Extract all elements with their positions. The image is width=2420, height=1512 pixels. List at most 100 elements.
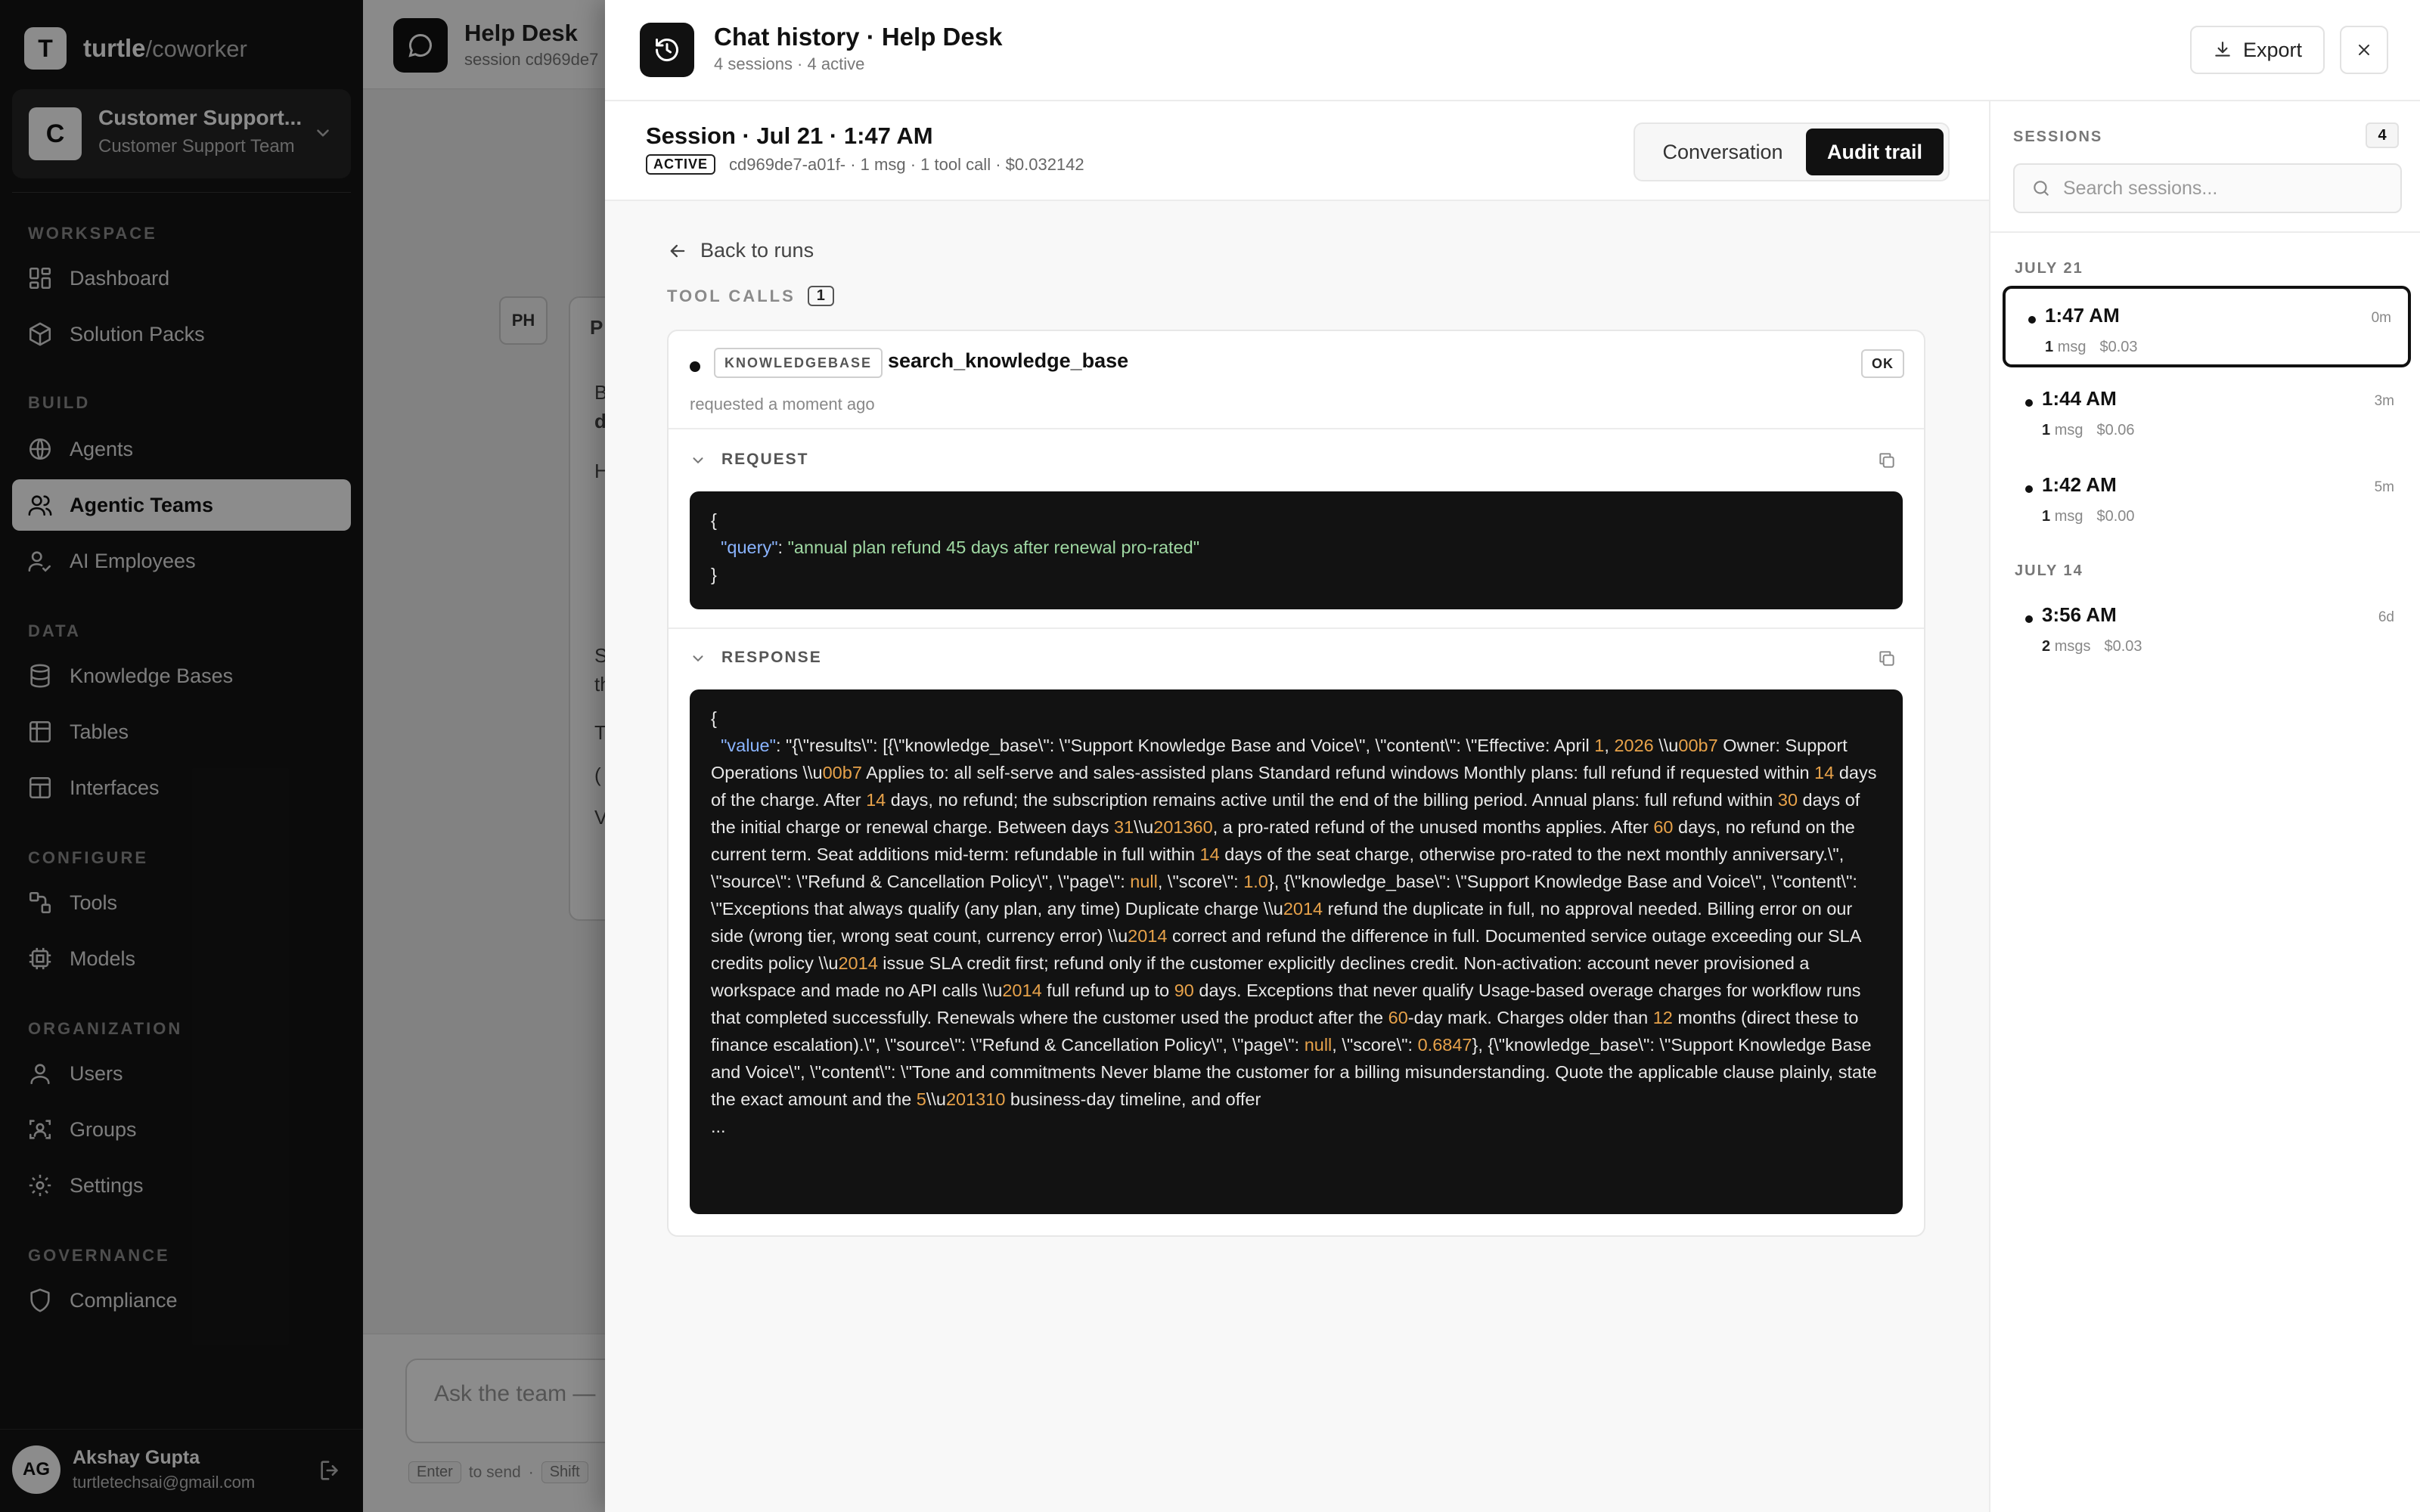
back-to-runs-link[interactable]: Back to runs <box>667 239 814 262</box>
session-stats: 1 msg $0.03 <box>2045 339 2138 356</box>
tab-audit-trail[interactable]: Audit trail <box>1806 129 1944 175</box>
drawer-header: Chat history · Help Desk 4 sessions · 4 … <box>605 0 2420 101</box>
session-age: 3m <box>2374 393 2394 409</box>
session-stats: 2 msgs $0.03 <box>2042 638 2142 655</box>
code-text: { <box>711 510 717 530</box>
code-key: "value" <box>721 736 776 755</box>
tab-conversation[interactable]: Conversation <box>1647 129 1798 175</box>
code-number: 2026 <box>1614 736 1654 755</box>
code-number: 0.6847 <box>1417 1035 1472 1055</box>
code-number: 00 <box>822 763 842 782</box>
code-text: { <box>711 708 717 728</box>
close-button[interactable] <box>2340 26 2388 74</box>
code-text: , \"score\": <box>1332 1035 1418 1055</box>
status-badge: ACTIVE <box>646 154 716 175</box>
status-dot <box>2028 316 2036 324</box>
code-number: 60 <box>1653 817 1674 837</box>
session-msg-count: 1 <box>2042 422 2051 438</box>
modal-backdrop[interactable] <box>0 0 605 1512</box>
drawer-title: Chat history · Help Desk <box>714 23 1003 51</box>
code-ellipsis: ... <box>711 1117 726 1136</box>
search-input[interactable]: Search sessions... <box>2013 163 2402 213</box>
session-time: 1:44 AM <box>2042 387 2117 410</box>
code-text: , a pro-rated refund of the unused month… <box>1212 817 1654 837</box>
code-key: "query" <box>721 538 778 557</box>
search-placeholder: Search sessions... <box>2063 177 2218 199</box>
tool-name: search_knowledge_base <box>888 349 1129 372</box>
session-stats: 1 msg $0.00 <box>2042 508 2135 525</box>
export-label: Export <box>2242 38 2303 61</box>
sessions-panel: SESSIONS 4 Search sessions... JULY 21 1:… <box>1989 101 2420 1512</box>
session-cost: $0.06 <box>2096 422 2135 438</box>
code-number: 1 <box>1594 736 1605 755</box>
sessions-divider <box>1990 231 2420 233</box>
copy-icon[interactable] <box>1877 649 1897 668</box>
code-number: 14 <box>1814 763 1835 782</box>
session-item[interactable]: 1:47 AM 0m 1 msg $0.03 <box>2003 286 2411 367</box>
session-time: 1:42 AM <box>2042 473 2117 496</box>
export-button[interactable]: Export <box>2190 26 2325 74</box>
code-number: 2014 <box>1283 899 1323 919</box>
request-section-toggle[interactable]: REQUEST <box>669 429 1924 490</box>
download-icon <box>2215 42 2230 57</box>
chat-history-drawer: Chat history · Help Desk 4 sessions · 4 … <box>605 0 2420 1512</box>
back-to-runs-label: Back to runs <box>700 239 814 262</box>
session-item[interactable]: 1:42 AM 5m 1 msg $0.00 <box>2003 458 2411 540</box>
session-meta: ACTIVE cd969de7-a01f- · 1 msg · 1 tool c… <box>646 154 1084 175</box>
code-text: full refund up to <box>1041 981 1174 1000</box>
audit-trail: Back to runs TOOL CALLS 1 KNOWLEDGEBASE … <box>605 201 1989 1512</box>
response-label: RESPONSE <box>721 649 822 666</box>
tool-calls-label: TOOL CALLS <box>667 286 796 305</box>
response-section-toggle[interactable]: RESPONSE <box>669 627 1924 688</box>
tool-calls-count: 1 <box>807 286 834 306</box>
sessions-count: 4 <box>2366 122 2399 148</box>
session-msg-count: 2 <box>2042 638 2051 655</box>
code-text: } <box>711 565 717 584</box>
code-number: 7 <box>1708 736 1718 755</box>
code-number: 30 <box>1777 790 1798 810</box>
status-dot <box>2025 399 2033 407</box>
session-msg-word: msg <box>2054 508 2083 525</box>
code-number: 7 <box>852 763 862 782</box>
code-text: business-day timeline, and offer <box>1005 1089 1261 1109</box>
session-msg-count: 1 <box>2042 508 2051 525</box>
copy-icon[interactable] <box>1877 451 1897 470</box>
tool-calls-heading: TOOL CALLS 1 <box>667 286 834 306</box>
response-code: { "value": "{\"results\": [{\"knowledge_… <box>690 689 1903 1214</box>
code-text: Applies to: all self-serve and sales-ass… <box>861 763 1815 782</box>
session-time: 3:56 AM <box>2042 603 2117 626</box>
code-number: 5 <box>916 1089 926 1109</box>
session-group-label: JULY 14 <box>2015 562 2083 579</box>
session-item[interactable]: 1:44 AM 3m 1 msg $0.06 <box>2003 372 2411 454</box>
chevron-down-icon <box>693 457 703 464</box>
code-number: 90 <box>1174 981 1194 1000</box>
tool-call-header: KNOWLEDGEBASE search_knowledge_base OK r… <box>669 331 1924 429</box>
code-number: 60 <box>1388 1008 1408 1027</box>
status-badge: OK <box>1861 349 1904 378</box>
tool-kind-badge: KNOWLEDGEBASE <box>714 348 883 378</box>
view-toggle: Conversation Audit trail <box>1634 122 1950 181</box>
session-cost: $0.03 <box>2104 638 2142 655</box>
session-msg-word: msg <box>2054 422 2083 438</box>
tool-call-card: KNOWLEDGEBASE search_knowledge_base OK r… <box>667 330 1925 1237</box>
code-text: , <box>1604 736 1615 755</box>
history-icon <box>640 23 694 77</box>
code-number: 201360 <box>1153 817 1213 837</box>
code-text: , \"score\": <box>1157 872 1244 891</box>
code-text: : "{\"results\": [{\"knowledge_base\": \… <box>775 736 1595 755</box>
code-number: b <box>842 763 852 782</box>
code-number: 14 <box>866 790 886 810</box>
drawer-subtitle: 4 sessions · 4 active <box>714 54 865 73</box>
code-number: 201310 <box>945 1089 1006 1109</box>
code-number: null <box>1130 872 1158 891</box>
code-text: \\u <box>1134 817 1154 837</box>
session-age: 6d <box>2378 609 2394 625</box>
request-label: REQUEST <box>721 451 809 468</box>
code-string: "annual plan refund 45 days after renewa… <box>787 538 1200 557</box>
close-icon <box>2359 45 2369 55</box>
session-msg-count: 1 <box>2045 339 2054 355</box>
session-meta-text: cd969de7-a01f- · 1 msg · 1 tool call · $… <box>729 154 1084 174</box>
session-item[interactable]: 3:56 AM 6d 2 msgs $0.03 <box>2003 588 2411 670</box>
session-stats: 1 msg $0.06 <box>2042 422 2135 439</box>
code-number: 2014 <box>1128 926 1168 946</box>
